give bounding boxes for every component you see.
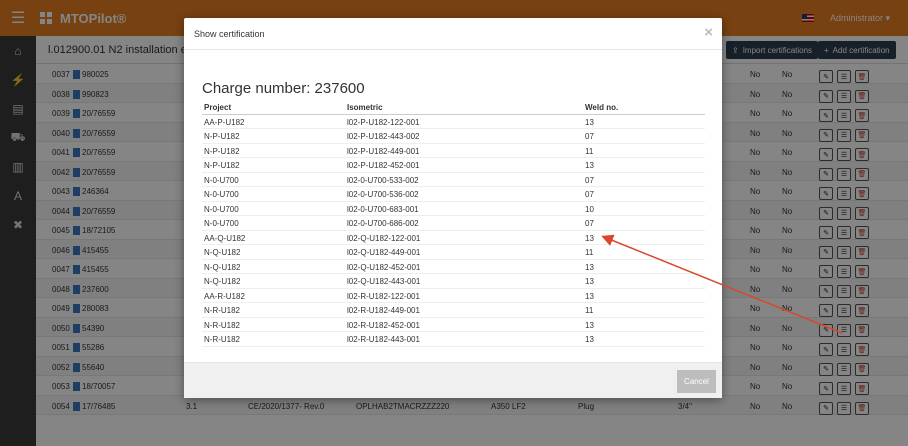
cell-weld: 13 bbox=[585, 291, 594, 301]
cell-project: N-P-U182 bbox=[204, 161, 240, 170]
cell-weld: 11 bbox=[585, 146, 594, 156]
table-row: N-Q-U182 l02-Q-U182-449-001 11 bbox=[202, 245, 705, 260]
cell-project: N-R-U182 bbox=[204, 335, 241, 344]
cell-weld: 07 bbox=[585, 190, 594, 199]
cell-project: N-Q-U182 bbox=[204, 277, 241, 286]
table-row: N-Q-U182 l02-Q-U182-452-001 13 bbox=[202, 260, 705, 274]
charge-number-heading: Charge number: 237600 bbox=[202, 80, 365, 97]
cell-project: N-0-U700 bbox=[204, 204, 239, 214]
cell-weld: 07 bbox=[585, 175, 594, 185]
cell-isometric: l02-0-U700-686-002 bbox=[347, 219, 419, 228]
cell-project: N-0-U700 bbox=[204, 175, 239, 185]
cell-isometric: l02-0-U700-536-002 bbox=[347, 190, 419, 199]
cell-isometric: l02-R-U182-452-001 bbox=[347, 320, 420, 330]
certification-usage-table: Project Isometric Weld no. AA-P-U182 l02-… bbox=[202, 100, 705, 347]
cell-project: N-Q-U182 bbox=[204, 262, 241, 272]
cell-project: N-P-U182 bbox=[204, 146, 240, 156]
table-row: N-R-U182 l02-R-U182-449-001 11 bbox=[202, 303, 705, 318]
cell-project: AA-R-U182 bbox=[204, 291, 245, 301]
cell-project: N-Q-U182 bbox=[204, 248, 241, 257]
table-row: AA-Q-U182 l02-Q-U182-122-001 13 bbox=[202, 231, 705, 245]
show-certification-modal: Show certification × Charge number: 2376… bbox=[184, 18, 722, 398]
cell-project: AA-P-U182 bbox=[204, 117, 245, 127]
table-row: N-0-U700 l02-0-U700-683-001 10 bbox=[202, 202, 705, 216]
table-row: AA-P-U182 l02-P-U182-122-001 13 bbox=[202, 115, 705, 129]
modal-footer bbox=[184, 362, 722, 398]
cell-isometric: l02-R-U182-122-001 bbox=[347, 291, 420, 301]
table-row: N-P-U182 l02-P-U182-443-002 07 bbox=[202, 129, 705, 144]
cell-weld: 11 bbox=[585, 248, 594, 257]
table-row: AA-R-U182 l02-R-U182-122-001 13 bbox=[202, 289, 705, 303]
cell-project: N-0-U700 bbox=[204, 190, 239, 199]
cell-weld: 13 bbox=[585, 320, 594, 330]
column-weld-no: Weld no. bbox=[585, 103, 619, 112]
cell-isometric: l02-R-U182-443-001 bbox=[347, 335, 420, 344]
table-header: Project Isometric Weld no. bbox=[202, 100, 705, 115]
close-icon[interactable]: × bbox=[704, 24, 713, 41]
cell-weld: 11 bbox=[585, 306, 594, 315]
cell-isometric: l02-Q-U182-449-001 bbox=[347, 248, 421, 257]
cell-weld: 13 bbox=[585, 117, 594, 127]
table-row: N-P-U182 l02-P-U182-452-001 13 bbox=[202, 158, 705, 173]
cell-weld: 13 bbox=[585, 277, 594, 286]
cell-project: AA-Q-U182 bbox=[204, 233, 246, 243]
cell-weld: 13 bbox=[585, 262, 594, 272]
cell-isometric: l02-0-U700-683-001 bbox=[347, 204, 419, 214]
cell-isometric: l02-P-U182-443-002 bbox=[347, 132, 420, 141]
table-row: N-Q-U182 l02-Q-U182-443-001 13 bbox=[202, 274, 705, 289]
cell-isometric: l02-Q-U182-122-001 bbox=[347, 233, 421, 243]
cell-weld: 10 bbox=[585, 204, 594, 214]
table-row: N-0-U700 l02-0-U700-536-002 07 bbox=[202, 187, 705, 202]
cell-isometric: l02-P-U182-452-001 bbox=[347, 161, 420, 170]
cell-project: N-R-U182 bbox=[204, 306, 241, 315]
table-row: N-R-U182 l02-R-U182-443-001 13 bbox=[202, 332, 705, 347]
cell-isometric: l02-R-U182-449-001 bbox=[347, 306, 420, 315]
cell-isometric: l02-P-U182-122-001 bbox=[347, 117, 420, 127]
cell-isometric: l02-P-U182-449-001 bbox=[347, 146, 420, 156]
modal-header: Show certification × bbox=[184, 18, 722, 50]
cell-isometric: l02-Q-U182-443-001 bbox=[347, 277, 421, 286]
column-isometric: Isometric bbox=[347, 103, 383, 112]
table-row: N-R-U182 l02-R-U182-452-001 13 bbox=[202, 318, 705, 332]
cell-weld: 07 bbox=[585, 219, 594, 228]
cell-weld: 13 bbox=[585, 161, 594, 170]
table-row: N-0-U700 l02-0-U700-533-002 07 bbox=[202, 173, 705, 187]
cell-weld: 07 bbox=[585, 132, 594, 141]
table-row: N-P-U182 l02-P-U182-449-001 11 bbox=[202, 144, 705, 158]
cell-weld: 13 bbox=[585, 335, 594, 344]
cell-project: N-P-U182 bbox=[204, 132, 240, 141]
cell-isometric: l02-Q-U182-452-001 bbox=[347, 262, 421, 272]
cell-project: N-0-U700 bbox=[204, 219, 239, 228]
cell-weld: 13 bbox=[585, 233, 594, 243]
table-row: N-0-U700 l02-0-U700-686-002 07 bbox=[202, 216, 705, 231]
cancel-button[interactable]: Cancel bbox=[677, 370, 716, 393]
modal-title: Show certification bbox=[194, 29, 265, 39]
cell-project: N-R-U182 bbox=[204, 320, 241, 330]
column-project: Project bbox=[204, 103, 232, 112]
cell-isometric: l02-0-U700-533-002 bbox=[347, 175, 419, 185]
